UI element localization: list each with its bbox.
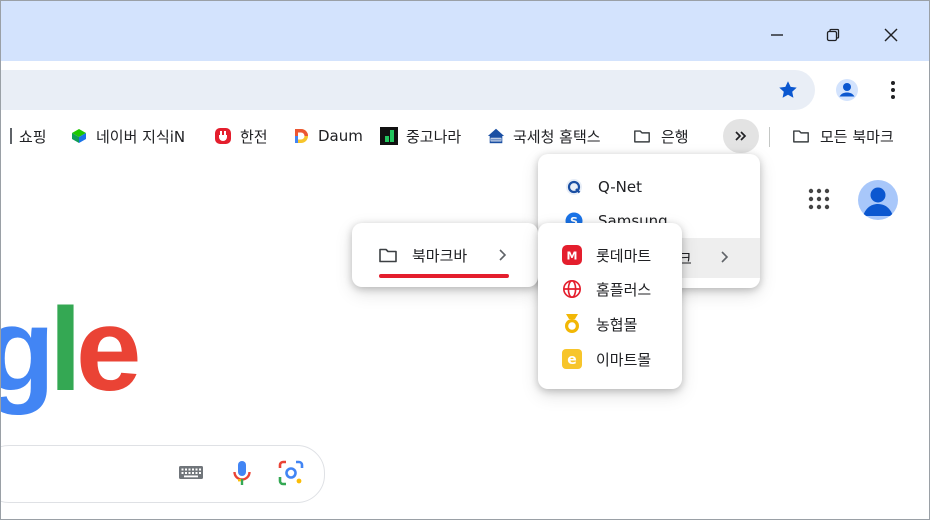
profile-button[interactable] [831,74,863,106]
bookmark-label: 국세청 홈택스 [513,127,601,146]
double-chevron-right-icon [735,131,747,141]
apps-grid-icon [808,188,830,210]
bookmark-joonggonara[interactable]: 중고나라 [380,119,461,153]
account-avatar[interactable] [858,180,898,220]
google-logo: gle [1,284,141,416]
menu-item-label: Q-Net [598,178,642,196]
folder-edge-icon [10,128,12,144]
bookmark-naver-kin[interactable]: 네이버 지식iN [70,119,185,153]
keyboard-icon [179,466,203,479]
lens-search-button[interactable] [278,460,304,490]
toolbar [1,61,929,119]
menu-item-qnet[interactable]: Q-Net [564,170,642,204]
kepco-icon [214,127,232,145]
bookmark-label: 네이버 지식iN [96,127,186,146]
minimize-icon [771,34,783,36]
bookmarks-divider [769,127,770,147]
close-icon [884,28,898,42]
avatar-person-icon [863,187,893,216]
nhmall-icon [562,314,582,334]
chevron-right-icon [498,248,508,266]
keyboard-button[interactable] [178,464,204,486]
menu-item-homeplus[interactable]: 홈플러스 [562,272,651,306]
svg-text:e: e [567,352,577,368]
menu-item-label: 농협몰 [596,315,638,334]
bookmark-label: 은행 [661,127,689,146]
naver-kin-icon [70,127,88,145]
chrome-menu-button[interactable] [881,77,905,103]
bookmark-label: 모든 북마크 [820,127,894,146]
bookmark-label: 중고나라 [406,127,462,146]
folder-icon [378,245,398,265]
bookmark-label: 한전 [240,127,268,146]
lottemart-icon: M [562,245,582,265]
shopping-submenu: M 롯데마트 홈플러스 농협몰 e 이마트몰 [538,223,682,389]
qnet-icon [564,177,584,197]
close-button[interactable] [871,15,911,55]
bookmarks-overflow-button[interactable] [723,119,759,153]
browser-window: 쇼핑 네이버 지식iN 한전 Daum 중고나라 국세청 홈택스 은행 모든 북… [0,0,930,520]
bookmarkbar-submenu: 북마크바 [352,223,538,287]
chevron-right-icon [720,250,730,268]
joonggonara-icon [380,127,398,145]
google-apps-button[interactable] [807,187,831,215]
microphone-icon [233,461,251,485]
menu-item-bookmarkbar[interactable]: 북마크바 [378,238,467,272]
bookmark-kepco[interactable]: 한전 [214,119,268,153]
menu-item-lottemart[interactable]: M 롯데마트 [562,238,651,272]
menu-item-label: 롯데마트 [596,246,652,265]
red-underline-annotation [379,274,509,278]
profile-icon [836,79,858,101]
menu-item-nhmall[interactable]: 농협몰 [562,307,637,341]
restore-icon [826,28,840,42]
google-lens-icon [278,460,304,486]
bookmark-shopping-folder[interactable]: 쇼핑 [10,119,47,153]
homeplus-icon [562,279,582,299]
address-bar[interactable] [1,70,815,110]
menu-item-label: 이마트몰 [596,350,652,369]
bookmark-star-button[interactable] [777,79,799,105]
daum-icon [292,127,310,145]
emart-icon: e [562,349,582,369]
title-bar [1,1,929,61]
voice-search-button[interactable] [232,460,252,492]
bookmark-label: 쇼핑 [19,127,47,146]
hometax-icon [487,127,505,145]
restore-button[interactable] [813,15,853,55]
google-search-box[interactable] [1,445,325,503]
menu-item-label: 홈플러스 [596,280,652,299]
folder-icon [633,127,651,145]
bookmark-label: Daum [318,127,363,145]
bookmark-bank-folder[interactable]: 은행 [633,119,689,153]
kebab-menu-icon [891,81,895,99]
menu-item-label: 북마크바 [412,246,468,265]
star-icon [779,81,797,98]
all-bookmarks-button[interactable]: 모든 북마크 [792,119,894,153]
bookmarks-bar: 쇼핑 네이버 지식iN 한전 Daum 중고나라 국세청 홈택스 은행 모든 북… [1,119,929,153]
svg-text:M: M [567,250,578,263]
bookmark-hometax[interactable]: 국세청 홈택스 [487,119,601,153]
minimize-button[interactable] [757,15,797,55]
menu-item-emart[interactable]: e 이마트몰 [562,342,651,376]
bookmark-daum[interactable]: Daum [292,119,363,153]
folder-icon [792,127,810,145]
